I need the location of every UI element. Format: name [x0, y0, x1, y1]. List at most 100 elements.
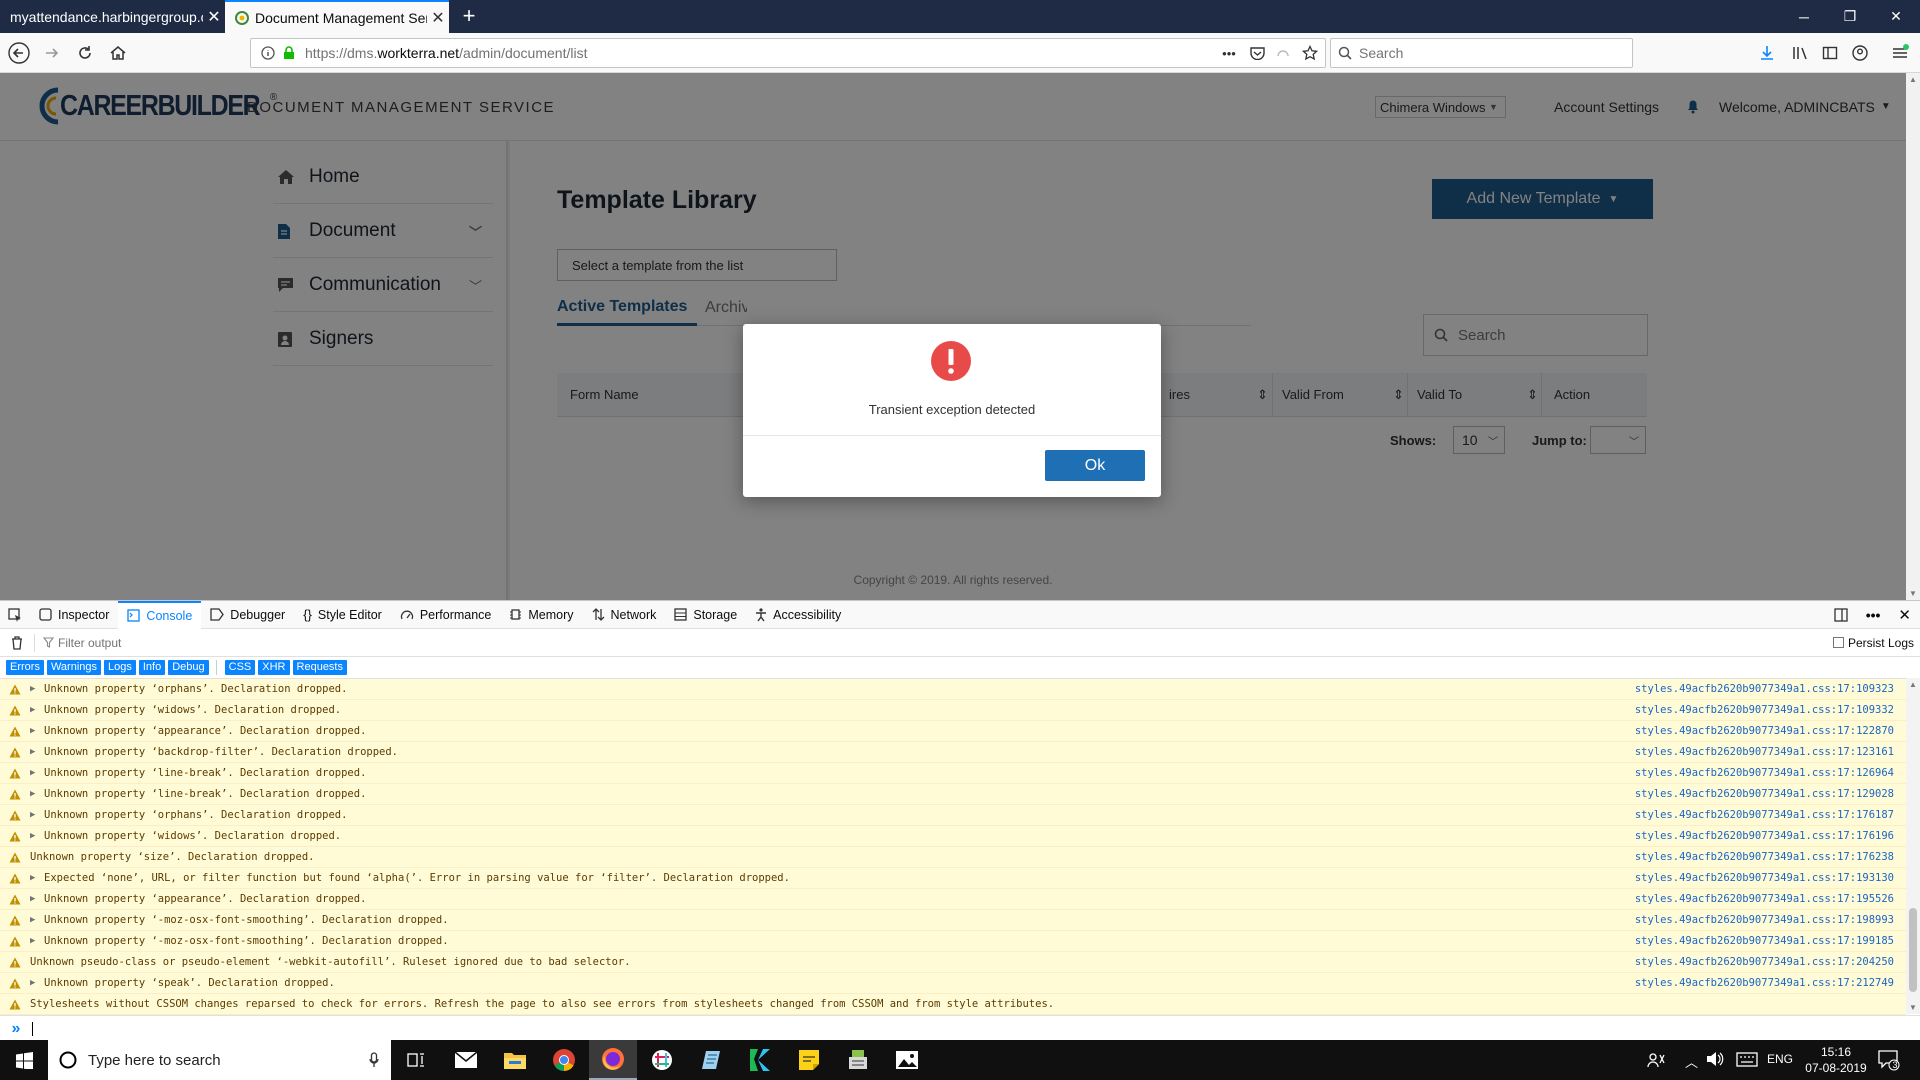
console-source-link[interactable]: styles.49acfb2620b9077349a1.css:17:17619… — [1635, 830, 1894, 842]
persist-logs-checkbox[interactable]: Persist Logs — [1832, 636, 1914, 650]
ok-button[interactable]: Ok — [1045, 450, 1145, 481]
close-window-icon[interactable]: ✕ — [1873, 0, 1919, 33]
expand-arrow-icon[interactable]: ▶ — [30, 936, 44, 946]
taskbar-search-box[interactable]: Type here to search — [48, 1040, 391, 1080]
filter-info-button[interactable]: Info — [138, 660, 166, 675]
element-picker-icon[interactable] — [0, 601, 30, 629]
scrollbar-thumb[interactable] — [1909, 908, 1917, 992]
devtools-tab-inspector[interactable]: Inspector — [30, 601, 118, 629]
browser-tab-dms[interactable]: Document Management Servic ✕ — [225, 0, 449, 33]
photos-app-icon[interactable] — [883, 1040, 931, 1080]
console-source-link[interactable]: styles.49acfb2620b9077349a1.css:17:21274… — [1635, 977, 1894, 989]
download-icon[interactable] — [1753, 39, 1781, 67]
filter-warnings-button[interactable]: Warnings — [46, 660, 102, 675]
console-source-link[interactable]: styles.49acfb2620b9077349a1.css:17:10933… — [1635, 704, 1894, 716]
trash-icon[interactable] — [0, 635, 34, 650]
close-tab-icon[interactable]: ✕ — [203, 7, 225, 27]
forward-button[interactable] — [38, 39, 66, 67]
console-message[interactable]: Unknown property ‘size’. Declaration dro… — [0, 847, 1906, 868]
sidebar-toggle-icon[interactable] — [1816, 39, 1844, 67]
devtools-tab-storage[interactable]: Storage — [665, 601, 746, 629]
library-icon[interactable] — [1786, 39, 1814, 67]
kotlin-ide-icon[interactable] — [736, 1040, 784, 1080]
expand-arrow-icon[interactable]: ▶ — [30, 684, 44, 694]
reader-icon[interactable] — [1271, 46, 1295, 60]
file-explorer-icon[interactable] — [491, 1040, 539, 1080]
notepad-icon[interactable] — [687, 1040, 735, 1080]
console-source-link[interactable]: styles.49acfb2620b9077349a1.css:17:19899… — [1635, 914, 1894, 926]
console-message[interactable]: Stylesheets without CSSOM changes repars… — [0, 994, 1906, 1015]
console-message[interactable]: ▶ Unknown property ‘-moz-osx-font-smoothi… — [0, 910, 1906, 931]
console-message[interactable]: ▶ Unknown property ‘orphans’. Declaration… — [0, 805, 1906, 826]
expand-arrow-icon[interactable]: ▶ — [30, 831, 44, 841]
console-source-link[interactable]: styles.49acfb2620b9077349a1.css:17:20425… — [1635, 956, 1894, 968]
console-message[interactable]: ▶ Unknown property ‘widows’. Declaration … — [0, 826, 1906, 847]
sticky-notes-icon[interactable] — [785, 1040, 833, 1080]
expand-arrow-icon[interactable]: ▶ — [30, 978, 44, 988]
filter-requests-button[interactable]: Requests — [292, 660, 347, 675]
info-icon[interactable] — [257, 46, 279, 60]
url-bar[interactable]: https://dms. workterra.net/admin/document… — [250, 38, 1326, 68]
console-message[interactable]: ▶ Unknown property ‘speak’. Declaration d… — [0, 973, 1906, 994]
console-scrollbar[interactable]: ▲ ▼ — [1906, 678, 1920, 1014]
more-options-icon[interactable]: ••• — [1857, 601, 1890, 629]
expand-arrow-icon[interactable]: ▶ — [30, 705, 44, 715]
scroll-down-icon[interactable]: ▼ — [1909, 589, 1917, 598]
microphone-icon[interactable] — [357, 1052, 391, 1068]
devtools-tab-memory[interactable]: Memory — [500, 601, 582, 629]
bookmark-star-icon[interactable] — [1295, 45, 1325, 61]
task-view-icon[interactable] — [392, 1040, 440, 1080]
scroll-down-icon[interactable]: ▼ — [1909, 1003, 1917, 1012]
browser-search-bar[interactable]: Search — [1330, 38, 1633, 68]
filter-errors-button[interactable]: Errors — [6, 660, 44, 675]
console-message[interactable]: Unknown pseudo-class or pseudo-element ‘… — [0, 952, 1906, 973]
page-actions-icon[interactable]: ••• — [1215, 46, 1243, 61]
restore-icon[interactable]: ❐ — [1827, 0, 1873, 33]
close-tab-icon[interactable]: ✕ — [427, 8, 449, 28]
console-source-link[interactable]: styles.49acfb2620b9077349a1.css:17:10932… — [1635, 683, 1894, 695]
volume-icon[interactable] — [1706, 1051, 1724, 1067]
slack-icon[interactable] — [638, 1040, 686, 1080]
console-input[interactable]: » — [0, 1015, 1920, 1041]
firefox-icon[interactable] — [589, 1040, 637, 1080]
expand-arrow-icon[interactable]: ▶ — [30, 747, 44, 757]
filter-debug-button[interactable]: Debug — [168, 660, 209, 675]
keyboard-icon[interactable] — [1736, 1052, 1758, 1067]
people-icon[interactable] — [1632, 1040, 1680, 1080]
expand-arrow-icon[interactable]: ▶ — [30, 915, 44, 925]
devtools-tab-accessibility[interactable]: Accessibility — [746, 601, 850, 629]
filter-logs-button[interactable]: Logs — [104, 660, 136, 675]
devtools-tab-network[interactable]: Network — [583, 601, 666, 629]
system-clock[interactable]: 15:16 07-08-2019 — [1802, 1044, 1870, 1076]
scroll-up-icon[interactable]: ▲ — [1909, 680, 1917, 689]
console-source-link[interactable]: styles.49acfb2620b9077349a1.css:17:12902… — [1635, 788, 1894, 800]
expand-arrow-icon[interactable]: ▶ — [30, 873, 44, 883]
mail-app-icon[interactable] — [442, 1040, 490, 1080]
console-source-link[interactable]: styles.49acfb2620b9077349a1.css:17:17618… — [1635, 809, 1894, 821]
language-indicator[interactable]: ENG — [1767, 1052, 1793, 1066]
console-source-link[interactable]: styles.49acfb2620b9077349a1.css:17:12316… — [1635, 746, 1894, 758]
new-tab-button[interactable]: + — [455, 2, 483, 30]
pocket-icon[interactable] — [1243, 46, 1271, 60]
console-message[interactable]: ▶ Unknown property ‘line-break’. Declarat… — [0, 763, 1906, 784]
console-source-link[interactable]: styles.49acfb2620b9077349a1.css:17:19552… — [1635, 893, 1894, 905]
scroll-up-icon[interactable]: ▲ — [1909, 75, 1917, 84]
cash-register-icon[interactable] — [834, 1040, 882, 1080]
filter-output-input[interactable]: Filter output — [43, 636, 1833, 650]
console-message[interactable]: ▶ Unknown property ‘widows’. Declaration … — [0, 700, 1906, 721]
account-icon[interactable] — [1846, 39, 1874, 67]
devtools-tab-style-editor[interactable]: {} Style Editor — [294, 601, 391, 629]
close-devtools-icon[interactable]: ✕ — [1889, 601, 1920, 629]
minimize-icon[interactable]: ─ — [1781, 0, 1827, 33]
browser-tab-myattendance[interactable]: myattendance.harbingergroup.com ✕ — [0, 0, 225, 33]
console-source-link[interactable]: styles.49acfb2620b9077349a1.css:17:19313… — [1635, 872, 1894, 884]
devtools-tab-console[interactable]: Console — [118, 600, 202, 629]
menu-icon[interactable] — [1886, 39, 1914, 67]
console-message[interactable]: ▶ Unknown property ‘appearance’. Declarat… — [0, 721, 1906, 742]
console-message[interactable]: ▶ Unknown property ‘-moz-osx-font-smoothi… — [0, 931, 1906, 952]
devtools-tab-performance[interactable]: Performance — [391, 601, 501, 629]
console-source-link[interactable]: styles.49acfb2620b9077349a1.css:17:12287… — [1635, 725, 1894, 737]
console-message[interactable]: ▶ Unknown property ‘line-break’. Declarat… — [0, 784, 1906, 805]
show-hidden-icons-icon[interactable]: ︿ — [1685, 1052, 1698, 1071]
page-scrollbar[interactable]: ▲ ▼ — [1906, 73, 1920, 600]
